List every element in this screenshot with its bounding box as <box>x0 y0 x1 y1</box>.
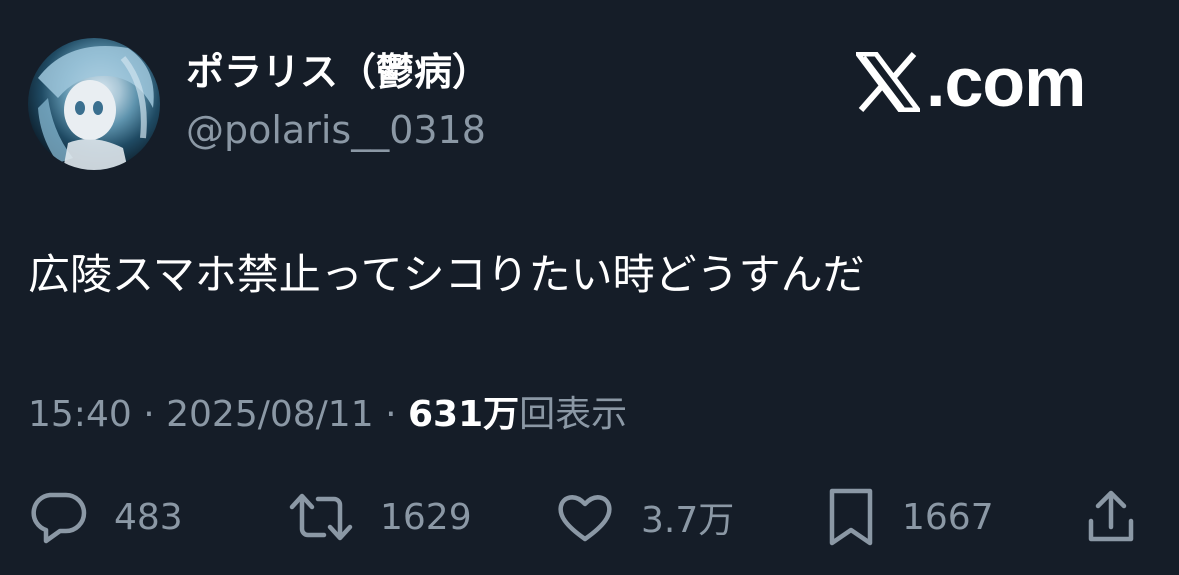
meta-separator: · <box>385 394 397 435</box>
reply-icon <box>28 489 88 545</box>
like-count: 3.7万 <box>641 500 735 541</box>
meta-separator: · <box>143 394 155 435</box>
brand-domain-text: .com <box>926 43 1086 121</box>
x-logo-icon <box>856 52 920 112</box>
avatar-illustration <box>38 46 154 170</box>
bookmark-count: 1667 <box>902 496 994 538</box>
retweet-count: 1629 <box>380 496 472 538</box>
user-handle[interactable]: @polaris__0318 <box>186 108 486 154</box>
reply-button[interactable]: 483 <box>28 482 183 552</box>
tweet-text: 広陵スマホ禁止ってシコりたい時どうすんだ <box>28 250 865 299</box>
retweet-icon <box>288 489 354 545</box>
x-com-brand: .com <box>856 42 1086 122</box>
tweet-meta: 15:40 · 2025/08/11 · 631万回表示 <box>28 393 627 436</box>
tweet-card: ポラリス（鬱病） @polaris__0318 .com 広陵スマホ禁止ってシコ… <box>0 0 1179 575</box>
like-button[interactable]: 3.7万 <box>555 482 734 552</box>
tweet-date[interactable]: 2025/08/11 <box>166 394 374 435</box>
reply-count: 483 <box>114 496 183 538</box>
action-bar: 483 1629 3.7万 1667 <box>0 482 1179 552</box>
heart-icon <box>555 489 615 545</box>
views-label: 回表示 <box>519 394 628 435</box>
retweet-button[interactable]: 1629 <box>288 482 472 552</box>
bookmark-button[interactable]: 1667 <box>826 482 994 552</box>
share-button[interactable] <box>1086 482 1136 552</box>
tweet-time[interactable]: 15:40 <box>28 394 132 435</box>
bookmark-icon <box>826 487 876 547</box>
avatar[interactable] <box>28 38 160 170</box>
share-icon <box>1086 489 1136 545</box>
views-count: 631万 <box>407 394 520 435</box>
display-name[interactable]: ポラリス（鬱病） <box>186 50 490 96</box>
